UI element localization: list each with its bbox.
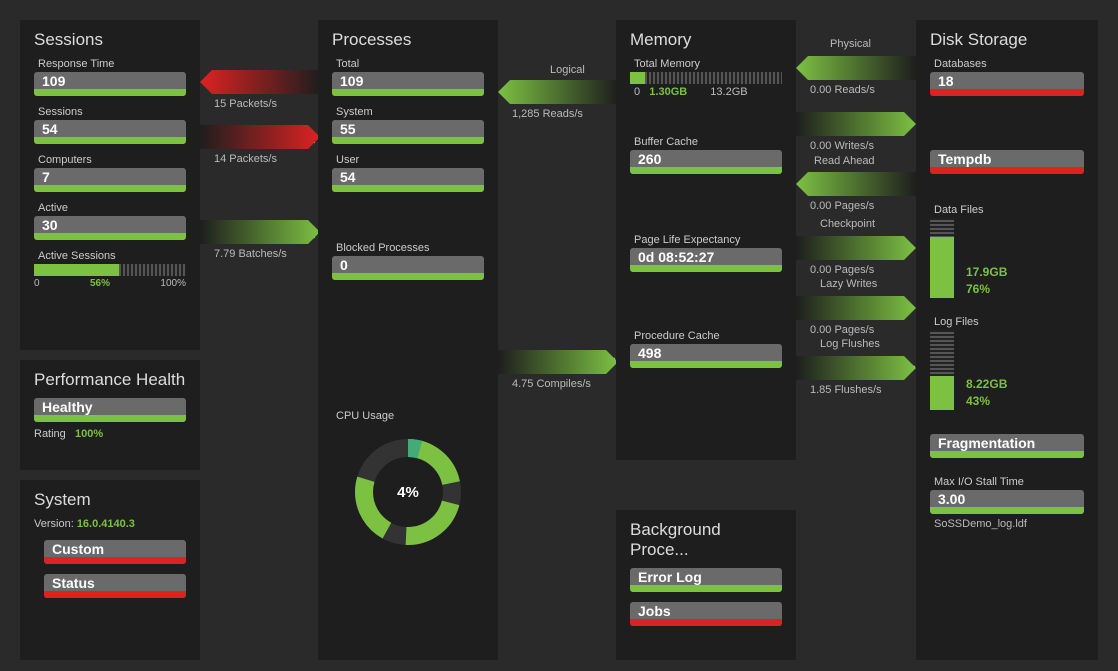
log-files-block[interactable]: Log Files 8.22GB 43% (930, 316, 1084, 410)
computers-label: Computers (38, 154, 186, 166)
physical-label: Physical (830, 38, 871, 50)
custom-button[interactable]: Custom (44, 540, 186, 564)
system-title: System (34, 490, 186, 510)
background-panel: Background Proce... Error Log Jobs (616, 510, 796, 660)
arrow-lazy-writes: 0.00 Pages/s (796, 296, 916, 320)
tempdb-button[interactable]: Tempdb (930, 150, 1084, 174)
arrow-phys-reads: 0.00 Reads/s (796, 56, 916, 80)
active-value: 30 (34, 216, 58, 234)
processes-panel: Processes Total 109 System 55 User 54 Bl… (318, 20, 498, 660)
computers-metric[interactable]: Computers 7 (34, 154, 186, 192)
lazy-writes-label: Lazy Writes (820, 278, 877, 290)
cpu-value: 4% (348, 432, 468, 552)
arrow-log-flushes: 1.85 Flushes/s (796, 356, 916, 380)
perf-health-title: Performance Health (34, 370, 186, 390)
processes-title: Processes (332, 30, 484, 50)
buffer-cache-metric[interactable]: Buffer Cache 260MB (630, 136, 782, 174)
cpu-donut[interactable]: 4% (348, 432, 468, 552)
log-flushes-label: Log Flushes (820, 338, 880, 350)
read-ahead-label: Read Ahead (814, 155, 875, 167)
active-sessions-max: 100% (160, 278, 186, 289)
active-label: Active (38, 202, 186, 214)
total-processes-metric[interactable]: Total 109 (332, 58, 484, 96)
arrow-packets-2: 14 Packets/s (200, 125, 320, 149)
ple-metric[interactable]: Page Life Expectancy 0d 08:52:27 (630, 234, 782, 272)
io-stall-metric[interactable]: Max I/O Stall Time 3.00ms/IO SoSSDemo_lo… (930, 476, 1084, 530)
health-status-value: Healthy (34, 398, 93, 416)
sessions-count-label: Sessions (38, 106, 186, 118)
cpu-usage-label: CPU Usage (336, 410, 484, 422)
databases-metric[interactable]: Databases 18 (930, 58, 1084, 96)
sessions-panel: Sessions Response Time 109ms Sessions 54… (20, 20, 200, 350)
system-processes-metric[interactable]: System 55 (332, 106, 484, 144)
response-time-metric[interactable]: Response Time 109ms (34, 58, 186, 96)
version-row: Version: 16.0.4140.3 (34, 518, 186, 530)
arrow-batches: 7.79 Batches/s (200, 220, 320, 244)
arrow-read-ahead: 0.00 Pages/s (796, 172, 916, 196)
error-log-button[interactable]: Error Log (630, 568, 782, 592)
arrow-compiles: 4.75 Compiles/s (498, 350, 618, 374)
version-value: 16.0.4140.3 (77, 518, 135, 530)
fragmentation-button[interactable]: Fragmentation (930, 434, 1084, 458)
computers-value: 7 (34, 168, 50, 186)
rating-value: 100% (75, 428, 103, 440)
memory-title: Memory (630, 30, 782, 50)
active-metric[interactable]: Active 30 (34, 202, 186, 240)
arrow-logical-reads: 1,285 Reads/s (498, 80, 618, 104)
system-panel: System Version: 16.0.4140.3 Custom Statu… (20, 480, 200, 660)
rating-row: Rating 100% (34, 428, 186, 440)
blocked-processes-metric[interactable]: Blocked Processes 0 (332, 242, 484, 280)
disk-panel: Disk Storage Databases 18 Tempdb Data Fi… (916, 20, 1098, 660)
sessions-count-value: 54 (34, 120, 58, 138)
sessions-title: Sessions (34, 30, 186, 50)
active-sessions-min: 0 (34, 278, 40, 289)
sessions-metric[interactable]: Sessions 54 (34, 106, 186, 144)
response-time-value: 109 (34, 72, 65, 90)
background-title: Background Proce... (630, 520, 782, 560)
user-processes-metric[interactable]: User 54 (332, 154, 484, 192)
checkpoint-label: Checkpoint (820, 218, 875, 230)
health-status-bar[interactable]: Healthy (34, 398, 186, 422)
active-sessions-gauge[interactable]: Active Sessions 0 56% 100% (34, 250, 186, 289)
active-sessions-label: Active Sessions (38, 250, 186, 262)
active-sessions-pct: 56% (90, 278, 110, 289)
status-button[interactable]: Status (44, 574, 186, 598)
arrow-phys-writes: 0.00 Writes/s (796, 112, 916, 136)
jobs-button[interactable]: Jobs (630, 602, 782, 626)
logical-label: Logical (550, 64, 585, 76)
disk-title: Disk Storage (930, 30, 1084, 50)
total-memory-metric[interactable]: Total Memory 0 1.30GB 13.2GB (630, 58, 782, 98)
io-stall-file: SoSSDemo_log.ldf (934, 518, 1084, 530)
proc-cache-metric[interactable]: Procedure Cache 498MB (630, 330, 782, 368)
arrow-checkpoint: 0.00 Pages/s (796, 236, 916, 260)
arrow-packets-1: 15 Packets/s (200, 70, 320, 94)
data-files-block[interactable]: Data Files 17.9GB 76% (930, 204, 1084, 298)
memory-panel: Memory Total Memory 0 1.30GB 13.2GB Buff… (616, 20, 796, 460)
response-time-label: Response Time (38, 58, 186, 70)
perf-health-panel: Performance Health Healthy Rating 100% (20, 360, 200, 470)
